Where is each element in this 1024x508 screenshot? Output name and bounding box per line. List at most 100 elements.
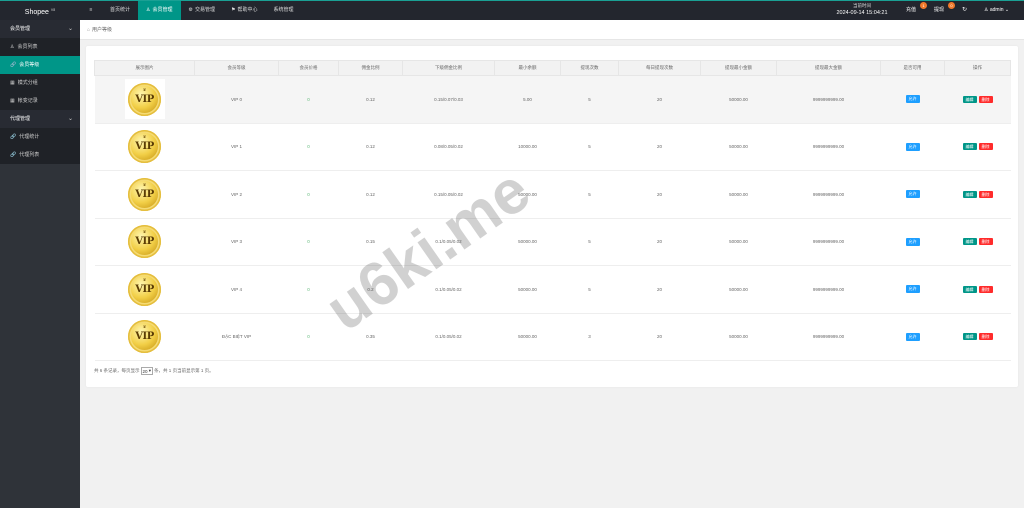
- status-toggle-button[interactable]: 允许: [905, 237, 920, 246]
- commission-cell: 0.12: [338, 123, 403, 171]
- edit-button[interactable]: 编辑: [962, 333, 977, 341]
- user-menu[interactable]: ♙ admin ⌄: [984, 1, 1009, 20]
- sidebar-group-agents[interactable]: 代理管理 ⌄: [0, 110, 80, 128]
- sidebar-item-mode-group[interactable]: ▦ 模式分组: [0, 74, 80, 92]
- sidebar-item-label: 会员等级: [19, 62, 40, 68]
- vip-image-cell: ♛ VIP: [94, 123, 195, 171]
- commission-cell: 0.2: [338, 265, 403, 314]
- status-cell: 允许: [880, 170, 945, 219]
- vip-badge-image: ♛ VIP: [124, 316, 165, 357]
- daily-withdraw-cell: 20: [618, 265, 701, 314]
- crown-icon: ♛: [142, 86, 147, 92]
- crown-icon: ♛: [142, 134, 147, 140]
- delete-button[interactable]: 删除: [978, 190, 993, 198]
- actions-cell: 编辑 删除: [944, 313, 1011, 361]
- sidebar-item-agent-stats[interactable]: 🔗 代理统计: [0, 128, 80, 146]
- level-cell: ĐẶC BIỆT VIP: [194, 313, 279, 361]
- sub-commission-cell: 0.15/0.05/0.02: [402, 170, 495, 219]
- user-icon: ♙: [984, 7, 989, 13]
- withdraw-button[interactable]: 提现: [934, 1, 944, 20]
- sub-commission-cell: 0.1/0.05/0.02: [402, 313, 495, 361]
- home-icon[interactable]: ⌂: [87, 27, 90, 33]
- content-card: 展示图片 会员等级 会员价格 佣金比例 下级佣金比例 最小余额 提现次数 每日提…: [86, 46, 1018, 387]
- nav-help-center[interactable]: ⚑ 帮助中心: [223, 1, 266, 20]
- edit-button[interactable]: 编辑: [962, 95, 977, 103]
- level-cell: VIP 1: [194, 123, 279, 171]
- app-logo[interactable]: Shopee V8: [0, 1, 80, 20]
- sidebar-item-member-level[interactable]: 🔗 会员等级: [0, 56, 80, 74]
- nav-label: 帮助中心: [237, 7, 258, 13]
- status-cell: 允许: [880, 313, 945, 361]
- min-balance-cell: 50000.00: [494, 218, 561, 266]
- status-toggle-button[interactable]: 允许: [905, 95, 920, 104]
- refresh-icon[interactable]: ↻: [962, 1, 967, 20]
- edit-button[interactable]: 编辑: [962, 143, 977, 151]
- edit-button[interactable]: 编辑: [962, 285, 977, 293]
- status-cell: 允许: [880, 218, 945, 266]
- col-header: 提现最小金额: [700, 60, 777, 76]
- nav-label: 会员管理: [152, 7, 173, 13]
- status-toggle-button[interactable]: 允许: [905, 142, 920, 151]
- sidebar-item-member-list[interactable]: ♙ 会员列表: [0, 38, 80, 56]
- vip-coin: ♛ VIP: [128, 272, 161, 306]
- withdraw-badge: 0: [948, 2, 955, 9]
- sidebar-item-account-log[interactable]: ▦ 帐变记录: [0, 92, 80, 110]
- nav-home-stats[interactable]: 首页统计: [102, 1, 138, 20]
- edit-button[interactable]: 编辑: [962, 190, 977, 198]
- sidebar-group-members[interactable]: 会员管理 ⌄: [0, 20, 80, 38]
- sidebar: 会员管理 ⌄ ♙ 会员列表 🔗 会员等级 ▦ 模式分组 ▦ 帐变记录 代理管理 ⌄ 🔗 代理统…: [0, 20, 80, 508]
- nav-trade-management[interactable]: ⚙ 交易管理: [181, 1, 224, 20]
- withdraw-min-cell: 50000.00: [700, 218, 777, 266]
- page-size-value: 20: [142, 368, 148, 374]
- menu-toggle-button[interactable]: ≡: [80, 1, 102, 20]
- withdraw-times-cell: 5: [560, 265, 619, 314]
- chevron-down-icon: ▾: [148, 368, 152, 373]
- delete-button[interactable]: 删除: [978, 238, 993, 246]
- status-toggle-button[interactable]: 允许: [905, 190, 920, 199]
- delete-button[interactable]: 删除: [978, 285, 993, 293]
- col-header: 提现次数: [560, 60, 619, 76]
- nav-label: 首页统计: [110, 7, 131, 13]
- delete-button[interactable]: 删除: [978, 95, 993, 103]
- level-cell: VIP 3: [194, 218, 279, 266]
- actions-cell: 编辑 删除: [944, 218, 1011, 266]
- table-header-row: 展示图片 会员等级 会员价格 佣金比例 下级佣金比例 最小余额 提现次数 每日提…: [94, 60, 1011, 76]
- delete-button[interactable]: 删除: [978, 333, 993, 341]
- vip-badge-image: ♛ VIP: [124, 126, 165, 167]
- status-toggle-button[interactable]: 允许: [905, 285, 920, 294]
- actions-cell: 编辑 删除: [944, 75, 1011, 124]
- withdraw-min-cell: 50000.00: [700, 265, 777, 314]
- crown-icon: ♛: [142, 276, 147, 282]
- nav-system-management[interactable]: 系统管理: [266, 1, 302, 20]
- app-version: V8: [50, 8, 56, 12]
- daily-withdraw-cell: 20: [618, 75, 701, 124]
- vip-badge-image: ♛ VIP: [124, 174, 165, 215]
- pagination: 共 6 条记录，每页显示 20 ▾ 条，共 1 页当前显示第 1 页。: [94, 367, 214, 375]
- edit-button[interactable]: 编辑: [962, 238, 977, 246]
- crown-icon: ♛: [142, 181, 147, 187]
- recharge-button[interactable]: 充值: [906, 1, 916, 20]
- delete-button[interactable]: 删除: [978, 143, 993, 151]
- hamburger-icon: ≡: [89, 7, 93, 13]
- min-balance-cell: 50000.00: [494, 265, 561, 314]
- vip-coin: ♛ VIP: [128, 320, 161, 354]
- nav-member-management[interactable]: ♙ 会员管理: [138, 1, 181, 20]
- level-cell: VIP 2: [194, 170, 279, 219]
- withdraw-min-cell: 50000.00: [700, 170, 777, 219]
- sub-commission-cell: 0.1/0.05/0.02: [402, 265, 495, 314]
- page-size-select[interactable]: 20 ▾: [140, 367, 154, 375]
- app-title: Shopee: [24, 9, 49, 16]
- table-row: ♛ VIP VIP 0 0 0.12 0.15/0.07/0.03 5.00 5 20 50000…: [94, 75, 1011, 124]
- withdraw-label: 提现: [934, 7, 945, 13]
- status-toggle-button[interactable]: 允许: [905, 332, 920, 341]
- sidebar-item-agent-list[interactable]: 🔗 代理列表: [0, 146, 80, 164]
- withdraw-times-cell: 3: [560, 313, 619, 361]
- top-bar: Shopee V8 ≡ 首页统计 ♙ 会员管理 ⚙ 交易管理 ⚑ 帮助中心 系统管理 当…: [0, 0, 1024, 20]
- withdraw-times-cell: 5: [560, 75, 619, 124]
- daily-withdraw-cell: 20: [618, 313, 701, 361]
- status-cell: 允许: [880, 75, 945, 124]
- recharge-label: 充值: [906, 7, 917, 13]
- withdraw-times-cell: 5: [560, 170, 619, 219]
- top-nav: ≡ 首页统计 ♙ 会员管理 ⚙ 交易管理 ⚑ 帮助中心 系统管理: [80, 1, 302, 20]
- withdraw-min-cell: 50000.00: [700, 75, 777, 124]
